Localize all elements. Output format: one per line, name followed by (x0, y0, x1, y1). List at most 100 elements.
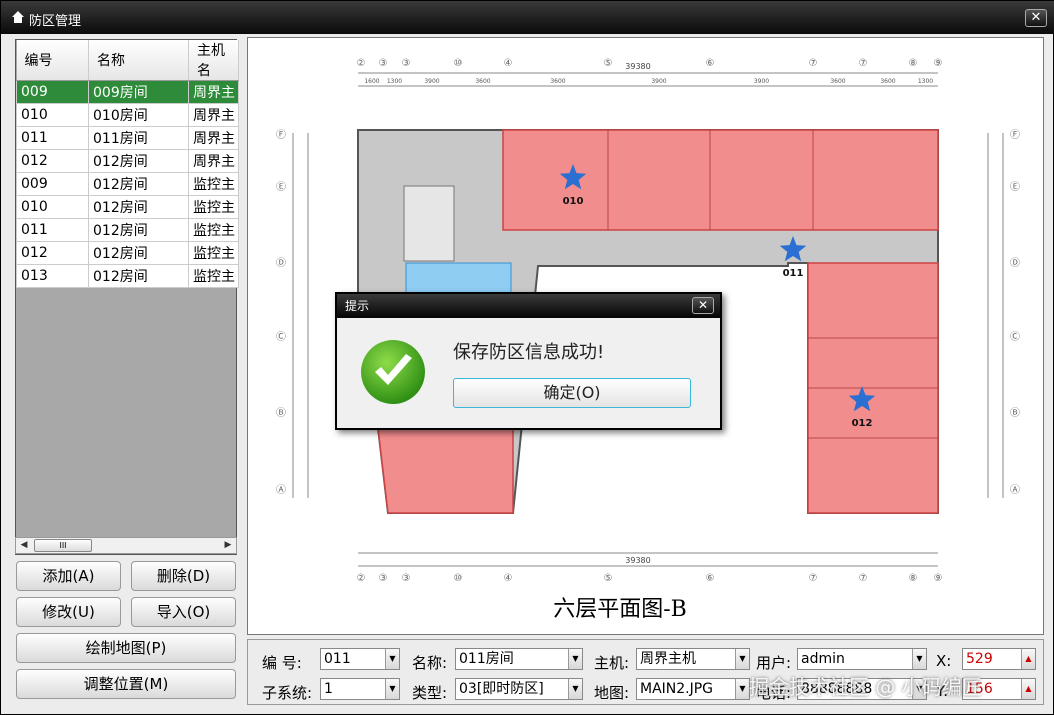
subsystem-combo[interactable]: 1 ▼ (320, 678, 400, 700)
map-combo[interactable]: MAIN2.JPG ▼ (636, 678, 750, 700)
axis-label: ⑩ (454, 573, 463, 584)
cell-id: 013 (16, 264, 89, 288)
cell-id: 010 (16, 103, 89, 127)
cell-id: 011 (16, 126, 89, 150)
type-value: 03[即时防区] (459, 681, 544, 697)
cell-host: 监控主 (188, 195, 239, 219)
dropdown-arrow-icon[interactable]: ▼ (912, 649, 926, 669)
dimension-label: 3600 (475, 78, 490, 85)
user-combo[interactable]: admin ▼ (797, 648, 927, 670)
axis-label: ⑥ (706, 58, 715, 69)
host-combo[interactable]: 周界主机 ▼ (636, 648, 750, 670)
cell-id: 011 (16, 218, 89, 242)
add-button[interactable]: 添加(A) (16, 561, 121, 591)
import-button[interactable]: 导入(O) (131, 597, 236, 627)
scroll-thumb[interactable]: III (34, 539, 92, 552)
axis-labels-left: Ⓕ Ⓔ Ⓓ Ⓒ Ⓑ Ⓐ (276, 129, 286, 496)
cell-id: 009 (16, 80, 89, 104)
cell-name: 012房间 (88, 149, 189, 173)
axis-label: Ⓒ (1010, 331, 1020, 343)
axis-label: ⑦ (809, 573, 818, 584)
col-header-host[interactable]: 主机名 (188, 40, 239, 81)
table-row[interactable]: 010 012房间 监控主 (16, 195, 239, 219)
cell-host: 监控主 (188, 218, 239, 242)
dimension-label: 3600 (880, 78, 895, 85)
table-row[interactable]: 013 012房间 监控主 (16, 264, 239, 288)
zone-table: 编号 名称 主机名 009 009房间 周界主 010 010房间 周界主 011 011… (16, 40, 239, 288)
table-row[interactable]: 010 010房间 周界主 (16, 103, 239, 127)
edit-button[interactable]: 修改(U) (16, 597, 121, 627)
map-label: 地图: (594, 684, 630, 702)
stairwell (403, 185, 455, 262)
name-field[interactable]: 011房间 ▼ (455, 648, 583, 670)
horizontal-scrollbar[interactable]: ◀ III ▶ (15, 537, 237, 554)
window-close-button[interactable]: ✕ (1025, 9, 1047, 27)
axis-label: ⑦ (859, 58, 868, 69)
axis-label: ⑥ (706, 573, 715, 584)
axis-label: ④ (504, 58, 513, 69)
table-row[interactable]: 012 012房间 监控主 (16, 241, 239, 265)
dimension-label: 1600 (364, 78, 379, 85)
dimension-label: 3900 (424, 78, 439, 85)
table-row[interactable]: 011 012房间 监控主 (16, 218, 239, 242)
dropdown-arrow-icon[interactable]: ▼ (385, 679, 399, 699)
scroll-left-arrow-icon[interactable]: ◀ (16, 538, 32, 553)
axis-label: ⑧ (909, 58, 918, 69)
id-label: 编 号: (262, 654, 302, 672)
axis-label: ⑨ (934, 573, 943, 584)
cell-name: 011房间 (88, 126, 189, 150)
type-combo[interactable]: 03[即时防区] ▼ (455, 678, 583, 700)
table-row[interactable]: 011 011房间 周界主 (16, 126, 239, 150)
zone-009-area[interactable] (377, 427, 514, 514)
x-input[interactable]: 529 ▲ (962, 648, 1036, 670)
spin-icon[interactable]: ▲ (1021, 679, 1035, 699)
adjust-position-button[interactable]: 调整位置(M) (16, 669, 236, 699)
draw-map-button[interactable]: 绘制地图(P) (16, 633, 236, 663)
axis-label: ④ (504, 573, 513, 584)
dialog-title: 提示 (337, 294, 720, 318)
dropdown-arrow-icon[interactable]: ▼ (735, 649, 749, 669)
zone-management-window: 防区管理 ✕ 编号 名称 主机名 009 009房间 周界主 010 010房间 周界主… (0, 0, 1054, 715)
spin-icon[interactable]: ▲ (1021, 649, 1035, 669)
axis-label: ② (357, 573, 366, 584)
type-label: 类型: (412, 684, 448, 702)
ok-button[interactable]: 确定(O) (453, 378, 691, 408)
zone-marker-label: 011 (783, 268, 804, 279)
axis-label: ③ (379, 58, 388, 69)
cell-id: 012 (16, 241, 89, 265)
x-label: X: (936, 652, 952, 670)
axis-labels-bottom: ② ③ ③ ⑩ ④ ⑤ ⑥ ⑦ ⑦ ⑧ ⑨ (357, 573, 943, 584)
scroll-right-arrow-icon[interactable]: ▶ (220, 538, 236, 553)
map-value: MAIN2.JPG (640, 681, 714, 697)
user-value: admin (801, 651, 845, 667)
dropdown-arrow-icon[interactable]: ▼ (568, 649, 582, 669)
cell-name: 010房间 (88, 103, 189, 127)
axis-label: ⑤ (604, 573, 613, 584)
axis-label: Ⓔ (276, 181, 286, 193)
host-value: 周界主机 (640, 651, 696, 667)
dropdown-arrow-icon[interactable]: ▼ (568, 679, 582, 699)
axis-label: Ⓐ (276, 484, 286, 496)
table-row[interactable]: 009 009房间 周界主 (16, 80, 239, 104)
table-row[interactable]: 009 012房间 监控主 (16, 172, 239, 196)
dropdown-arrow-icon[interactable]: ▼ (385, 649, 399, 669)
table-row[interactable]: 012 012房间 周界主 (16, 149, 239, 173)
axis-label: Ⓓ (276, 257, 286, 269)
axis-label: Ⓕ (276, 129, 286, 141)
axis-label: ⑦ (859, 573, 868, 584)
dimension-label: 1300 (387, 78, 402, 85)
col-header-name[interactable]: 名称 (88, 40, 189, 81)
cell-name: 012房间 (88, 218, 189, 242)
dropdown-arrow-icon[interactable]: ▼ (735, 679, 749, 699)
axis-label: ③ (402, 573, 411, 584)
dialog-close-button[interactable]: ✕ (692, 297, 714, 314)
axis-label: ⑧ (909, 573, 918, 584)
id-combo[interactable]: 011 ▼ (320, 648, 400, 670)
cell-host: 周界主 (188, 126, 239, 150)
subsystem-value: 1 (324, 681, 333, 697)
col-header-id[interactable]: 编号 (16, 40, 89, 81)
delete-button[interactable]: 删除(D) (131, 561, 236, 591)
home-icon (12, 11, 24, 23)
total-dimension-bottom: 39380 (625, 556, 650, 565)
axis-label: ⑩ (454, 58, 463, 69)
